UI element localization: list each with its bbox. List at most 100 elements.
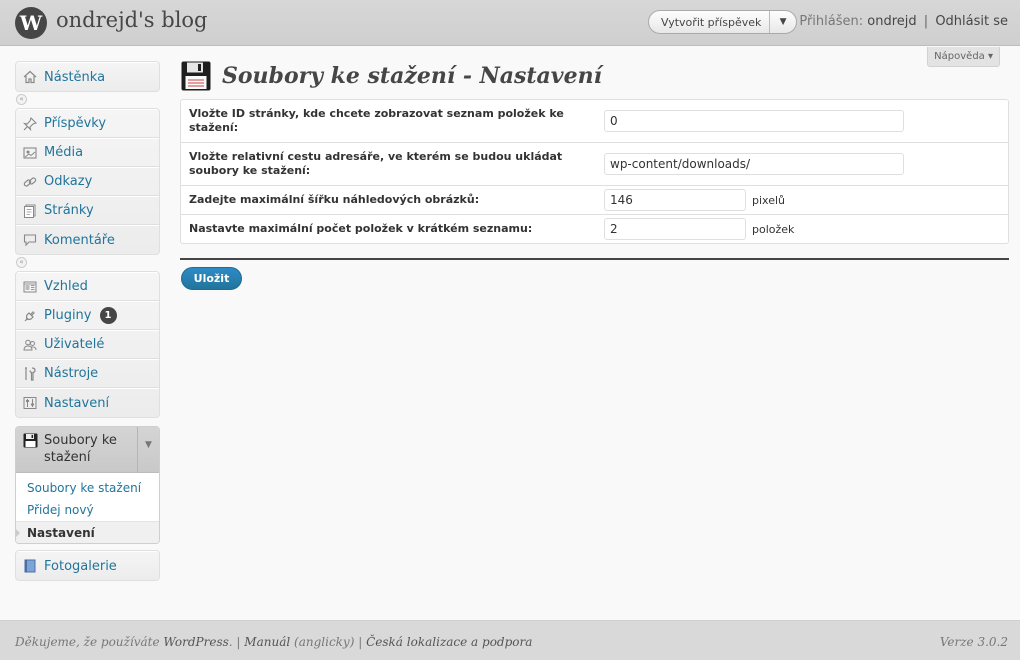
sidebar-item-plugins[interactable]: Pluginy 1: [16, 301, 159, 330]
submenu-item-settings[interactable]: Nastavení: [16, 521, 159, 543]
wordpress-link[interactable]: WordPress: [163, 635, 228, 649]
submenu-item-downloads[interactable]: Soubory ke stažení: [16, 477, 159, 499]
sidebar-item-label: Fotogalerie: [44, 558, 117, 574]
page-title: Soubory ke stažení - Nastavení: [222, 63, 602, 89]
comment-icon: [22, 232, 38, 248]
version-label: Verze 3.0.2: [939, 635, 1008, 649]
save-button[interactable]: Uložit: [181, 267, 242, 290]
sidebar-item-downloads[interactable]: Soubory ke stažení ▼: [16, 427, 159, 473]
divider: [180, 258, 1009, 260]
sidebar-item-links[interactable]: Odkazy: [16, 167, 159, 196]
unit-label: položek: [752, 222, 795, 236]
sidebar-item-label: Pluginy: [44, 308, 92, 323]
menu-group-content: Příspěvky Média Odkazy Stránky Komentáře: [15, 108, 160, 255]
pages-icon: [22, 203, 38, 219]
footer-credits: Děkujeme, že používáte WordPress. | Manu…: [15, 635, 532, 649]
downloads-path-input[interactable]: wp-content/downloads/: [604, 153, 904, 175]
sidebar-item-dashboard[interactable]: Nástěnka: [16, 62, 159, 91]
tools-icon: [22, 366, 38, 382]
floppy-disk-icon: [181, 61, 211, 91]
sidebar-item-posts[interactable]: Příspěvky: [16, 109, 159, 138]
manual-note: (anglicky): [294, 635, 355, 649]
admin-header: W ondrejd's blog Vytvořit příspěvek ▼ Př…: [0, 0, 1020, 46]
thumbnail-width-input[interactable]: 146: [604, 189, 746, 211]
settings-form-table: Vložte ID stránky, kde chcete zobrazovat…: [180, 99, 1009, 244]
floppy-disk-icon: [22, 432, 38, 448]
sidebar-item-users[interactable]: Uživatelé: [16, 330, 159, 359]
logout-link[interactable]: Odhlásit se: [935, 14, 1008, 29]
menu-group-downloads: Soubory ke stažení ▼ Soubory ke stažení …: [15, 426, 160, 544]
user-info: Přihlášen: ondrejd | Odhlásit se: [799, 14, 1008, 29]
sidebar-item-label: Nastavení: [44, 395, 110, 411]
page-id-input[interactable]: 0: [604, 110, 904, 132]
short-list-count-input[interactable]: 2: [604, 218, 746, 240]
field-cell: 0: [597, 100, 1008, 142]
sidebar-item-appearance[interactable]: Vzhled: [16, 272, 159, 301]
sidebar-item-pages[interactable]: Stránky: [16, 196, 159, 225]
form-row: Zadejte maximální šířku náhledových obrá…: [181, 186, 1008, 215]
admin-footer: Děkujeme, že používáte WordPress. | Manu…: [0, 620, 1020, 660]
submenu-item-add-new[interactable]: Přidej nový: [16, 499, 159, 521]
wordpress-logo-icon[interactable]: W: [15, 7, 47, 39]
footer-thanks: Děkujeme, že používáte: [15, 635, 160, 649]
menu-group-gallery: Fotogalerie: [15, 550, 160, 581]
field-cell: 146 pixelů: [597, 186, 1008, 214]
localization-link[interactable]: Česká lokalizace a podpora: [366, 635, 532, 649]
unit-label: pixelů: [752, 193, 786, 207]
chevron-down-icon[interactable]: ▼: [770, 17, 796, 27]
sidebar-item-comments[interactable]: Komentáře: [16, 225, 159, 254]
sidebar-item-label: Příspěvky: [44, 116, 107, 131]
media-icon: [22, 145, 38, 161]
pin-icon: [22, 116, 38, 132]
appearance-icon: [22, 279, 38, 295]
separator: |: [923, 14, 929, 29]
favorite-action-label[interactable]: Vytvořit příspěvek: [649, 16, 769, 29]
settings-icon: [22, 395, 38, 411]
sidebar-item-gallery[interactable]: Fotogalerie: [16, 551, 159, 580]
sidebar-item-label: Soubory ke stažení: [44, 433, 117, 465]
sidebar-item-label: Uživatelé: [44, 337, 105, 352]
form-row: Vložte ID stránky, kde chcete zobrazovat…: [181, 100, 1008, 143]
sidebar-item-label: Nástěnka: [44, 69, 106, 85]
menu-group-dashboard: Nástěnka: [15, 61, 160, 92]
separator-collapse[interactable]: «: [15, 92, 160, 108]
logged-in-label: Přihlášen:: [799, 14, 864, 29]
form-row: Nastavte maximální počet položek v krátk…: [181, 215, 1008, 243]
sidebar-item-tools[interactable]: Nástroje: [16, 359, 159, 388]
sidebar-item-label: Vzhled: [44, 279, 88, 294]
manual-link[interactable]: Manuál: [244, 635, 290, 649]
sidebar-item-label: Média: [44, 145, 84, 160]
help-tab[interactable]: Nápověda ▾: [927, 47, 1000, 67]
field-label: Zadejte maximální šířku náhledových obrá…: [189, 193, 480, 206]
footer-separator: |: [358, 635, 363, 649]
users-icon: [22, 337, 38, 353]
form-row: Vložte relativní cestu adresáře, ve kter…: [181, 143, 1008, 186]
separator-collapse[interactable]: «: [15, 255, 160, 271]
footer-period: .: [228, 635, 233, 649]
sidebar-item-label: Komentáře: [44, 232, 115, 248]
menu-group-admin: Vzhled Pluginy 1 Uživatelé Nástroje Nast…: [15, 271, 160, 418]
admin-sidebar: Nástěnka « Příspěvky Média Odkazy Stránk…: [15, 61, 160, 581]
field-label: Vložte relativní cestu adresáře, ve kter…: [189, 150, 563, 177]
favorite-actions-button[interactable]: Vytvořit příspěvek ▼: [648, 10, 797, 34]
sidebar-item-label: Nástroje: [44, 366, 99, 381]
field-cell: 2 položek: [597, 215, 1008, 243]
plugin-icon: [22, 308, 38, 324]
chevron-down-icon[interactable]: ▼: [137, 427, 159, 473]
username-link[interactable]: ondrejd: [867, 14, 916, 29]
home-icon: [22, 69, 38, 85]
site-title[interactable]: ondrejd's blog: [56, 8, 208, 32]
sidebar-item-media[interactable]: Média: [16, 138, 159, 167]
footer-separator: |: [236, 635, 241, 649]
collapse-icon[interactable]: «: [16, 94, 27, 105]
sidebar-item-settings[interactable]: Nastavení: [16, 388, 159, 417]
sidebar-item-label: Odkazy: [44, 174, 93, 189]
field-cell: wp-content/downloads/: [597, 143, 1008, 185]
collapse-icon[interactable]: «: [16, 257, 27, 268]
field-label: Nastavte maximální počet položek v krátk…: [189, 222, 533, 235]
gallery-icon: [22, 558, 38, 574]
sidebar-item-label: Stránky: [44, 203, 94, 218]
link-icon: [22, 174, 38, 190]
update-count-badge: 1: [99, 307, 117, 324]
field-label: Vložte ID stránky, kde chcete zobrazovat…: [189, 107, 564, 134]
